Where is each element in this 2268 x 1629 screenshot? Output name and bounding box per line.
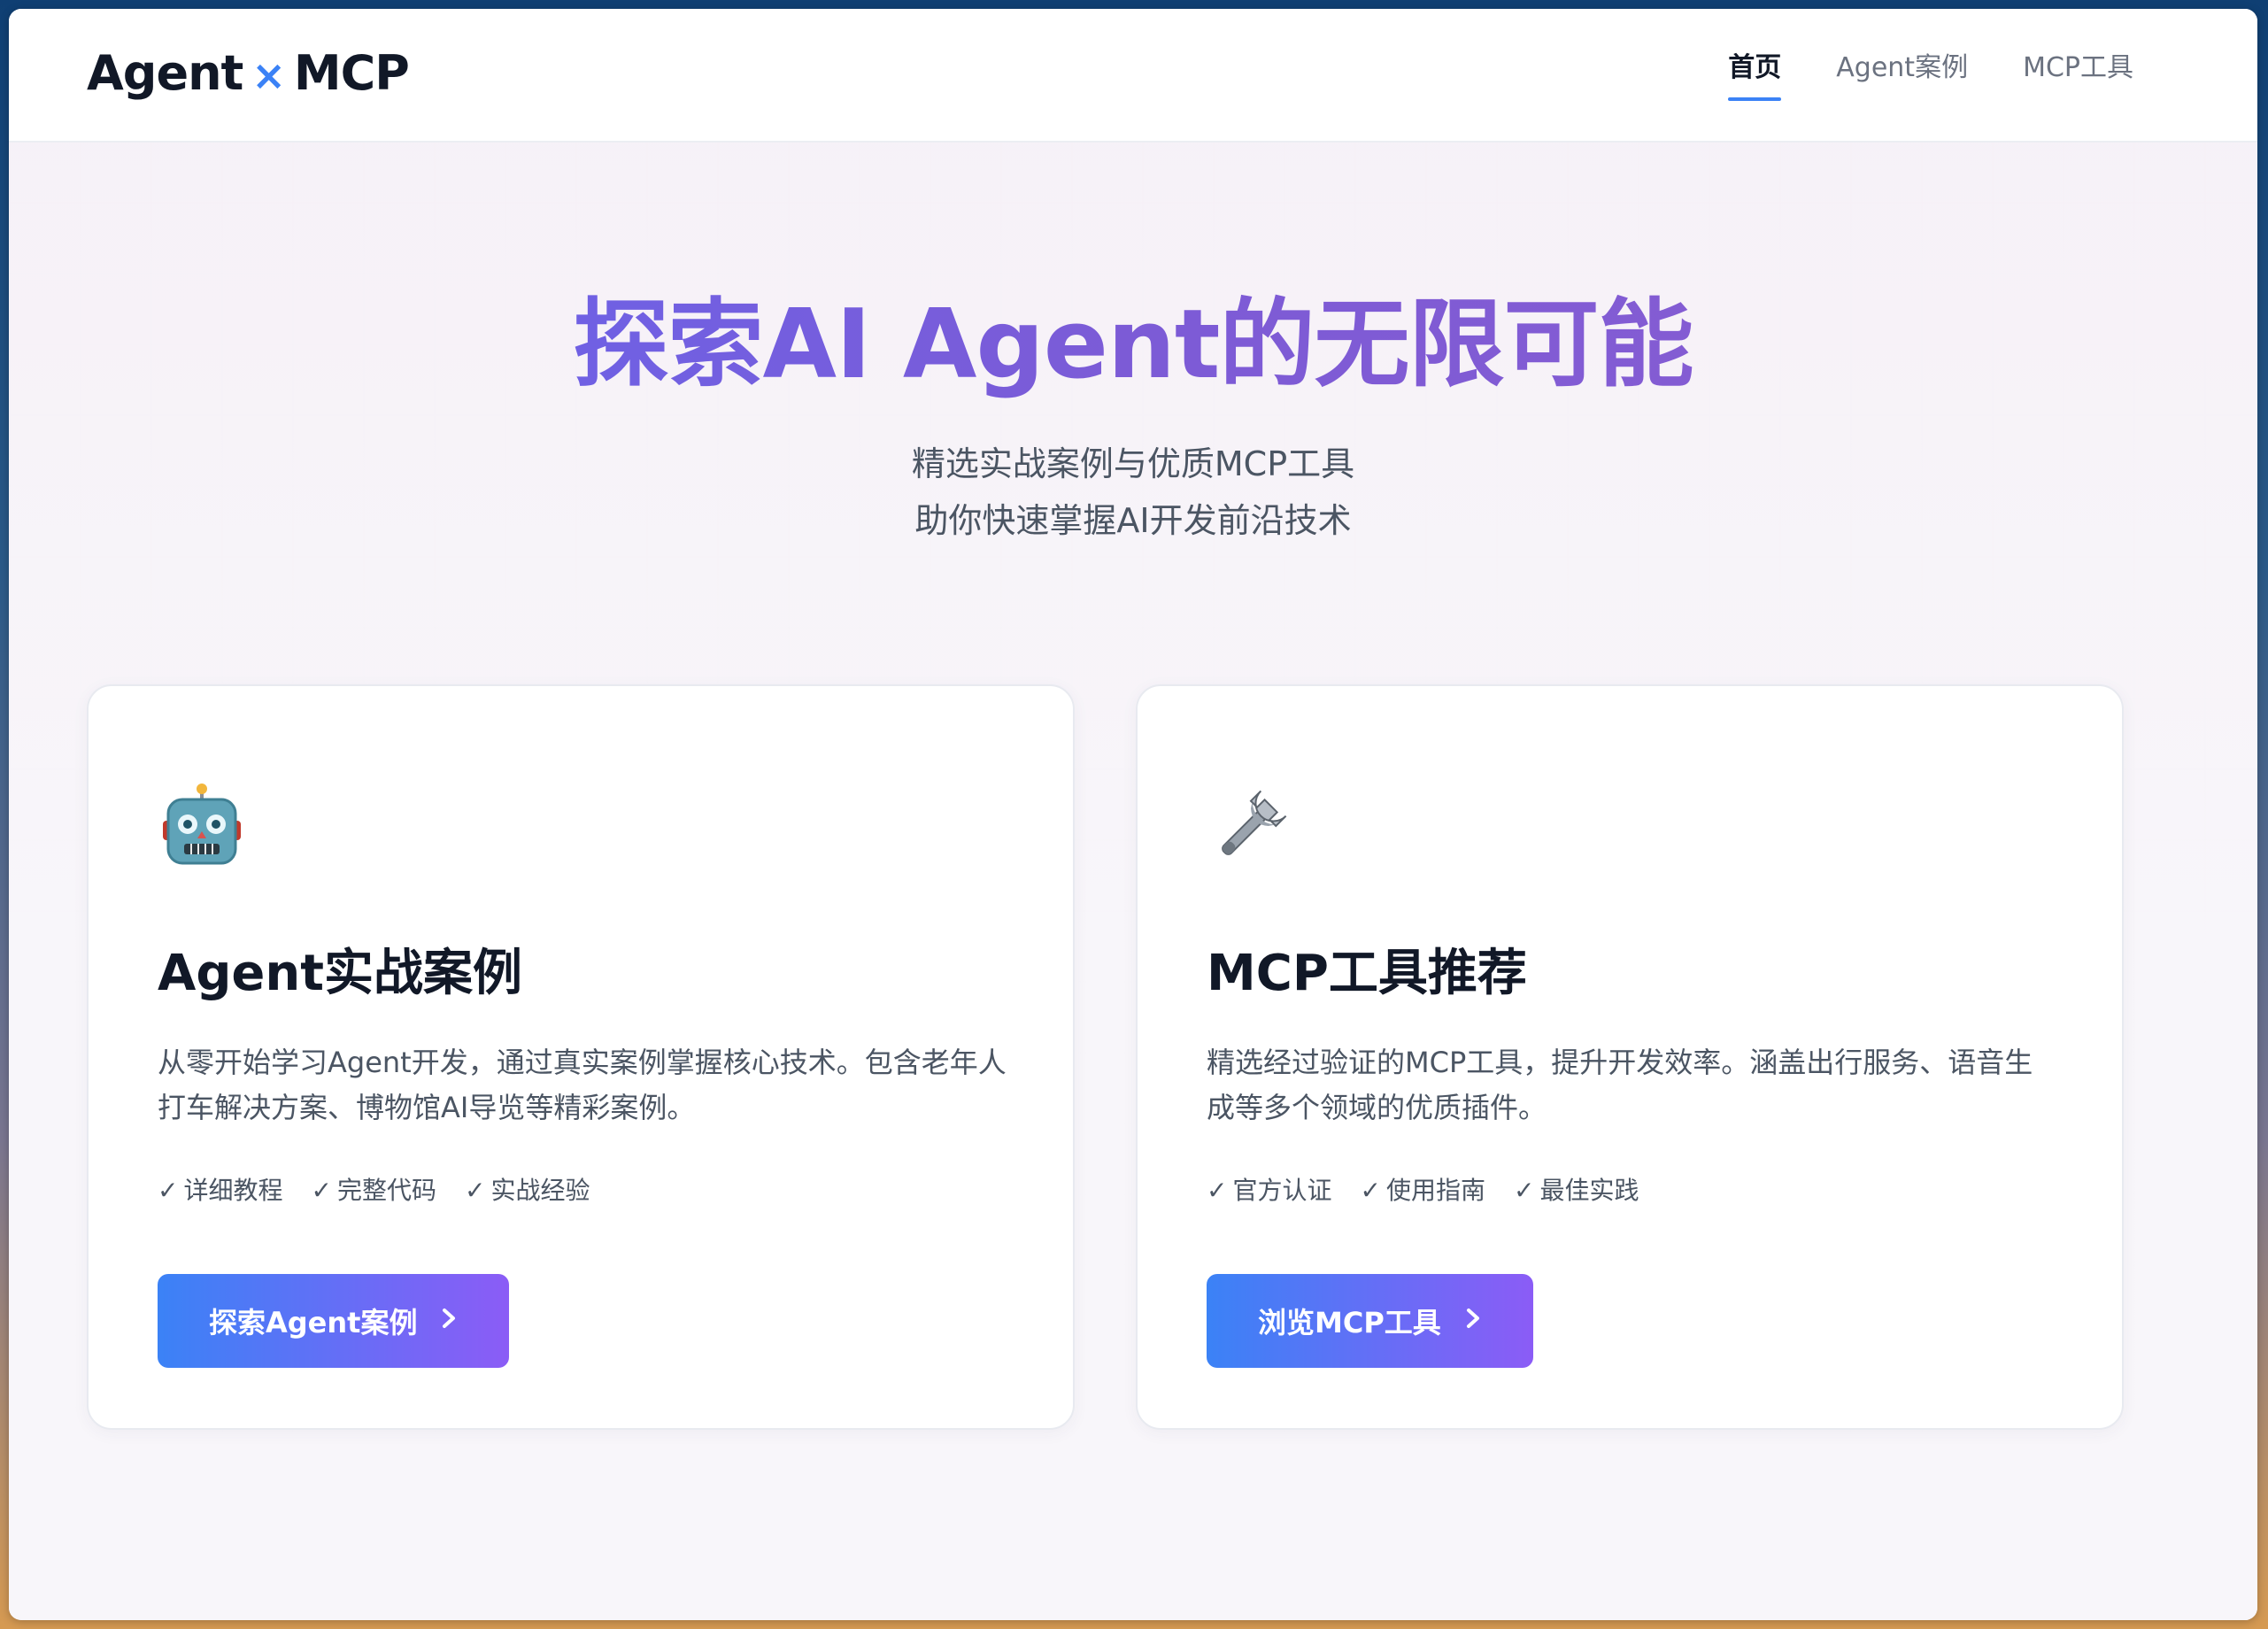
card-description: 精选经过验证的MCP工具，提升开发效率。涵盖出行服务、语音生成等多个领域的优质插… <box>1207 1046 2033 1124</box>
brand-separator: × <box>251 51 286 99</box>
tag-item: ✓ 完整代码 <box>311 1176 436 1205</box>
robot-icon <box>158 782 246 870</box>
card-tags: ✓ 官方认证 ✓ 使用指南 ✓ 最佳实践 <box>1207 1171 1639 1207</box>
nav-item-mcp-tools[interactable]: MCP工具 <box>2023 44 2133 106</box>
main-nav: 首页 Agent案例 MCP工具 <box>1728 44 2133 106</box>
mcp-tools-card: MCP工具推荐 精选经过验证的MCP工具，提升开发效率。涵盖出行服务、语音生成等… <box>1136 684 2124 1430</box>
hero-title: 探索AI Agent的无限可能 <box>9 288 2257 403</box>
button-label: 浏览MCP工具 <box>1258 1306 1441 1339</box>
card-description: 从零开始学习Agent开发，通过真实案例掌握核心技术。包含老年人打车解决方案、博… <box>158 1046 1007 1124</box>
check-icon: ✓ <box>311 1176 332 1205</box>
brand-agent: Agent <box>87 45 243 101</box>
tag-item: ✓ 详细教程 <box>158 1176 283 1205</box>
card-tags: ✓ 详细教程 ✓ 完整代码 ✓ 实战经验 <box>158 1171 590 1207</box>
check-icon: ✓ <box>1513 1176 1535 1205</box>
hero-subtitle-line-1: 精选实战案例与优质MCP工具 <box>911 444 1355 483</box>
nav-item-home[interactable]: 首页 <box>1728 44 1782 106</box>
card-title: MCP工具推荐 <box>1207 945 1527 1002</box>
hero-subtitle: 精选实战案例与优质MCP工具 助你快速掌握AI开发前沿技术 <box>9 436 2257 549</box>
tag-item: ✓ 实战经验 <box>464 1176 590 1205</box>
tag-item: ✓ 使用指南 <box>1360 1176 1485 1205</box>
chevron-right-icon <box>1464 1306 1482 1337</box>
button-label: 探索Agent案例 <box>209 1306 418 1339</box>
tag-item: ✓ 最佳实践 <box>1513 1176 1639 1205</box>
check-icon: ✓ <box>158 1176 179 1205</box>
card-title: Agent实战案例 <box>158 945 523 1002</box>
brand-mcp: MCP <box>293 45 410 101</box>
browser-window: Agent × MCP 首页 Agent案例 MCP工具 探索AI Agent的无限… <box>9 9 2257 1620</box>
wrench-icon <box>1207 782 1295 870</box>
hero-subtitle-line-2: 助你快速掌握AI开发前沿技术 <box>914 501 1352 540</box>
explore-agent-cases-button[interactable]: 探索Agent案例 <box>158 1274 510 1368</box>
tag-item: ✓ 官方认证 <box>1207 1176 1332 1205</box>
browse-mcp-tools-button[interactable]: 浏览MCP工具 <box>1207 1274 1533 1368</box>
brand-logo[interactable]: Agent × MCP <box>87 41 410 106</box>
check-icon: ✓ <box>1207 1176 1228 1205</box>
nav-item-agent-cases[interactable]: Agent案例 <box>1836 44 1968 106</box>
chevron-right-icon <box>440 1306 458 1337</box>
check-icon: ✓ <box>464 1176 486 1205</box>
agent-cases-card: Agent实战案例 从零开始学习Agent开发，通过真实案例掌握核心技术。包含老… <box>87 684 1075 1430</box>
top-navbar: Agent × MCP 首页 Agent案例 MCP工具 <box>9 9 2257 143</box>
check-icon: ✓ <box>1360 1176 1381 1205</box>
